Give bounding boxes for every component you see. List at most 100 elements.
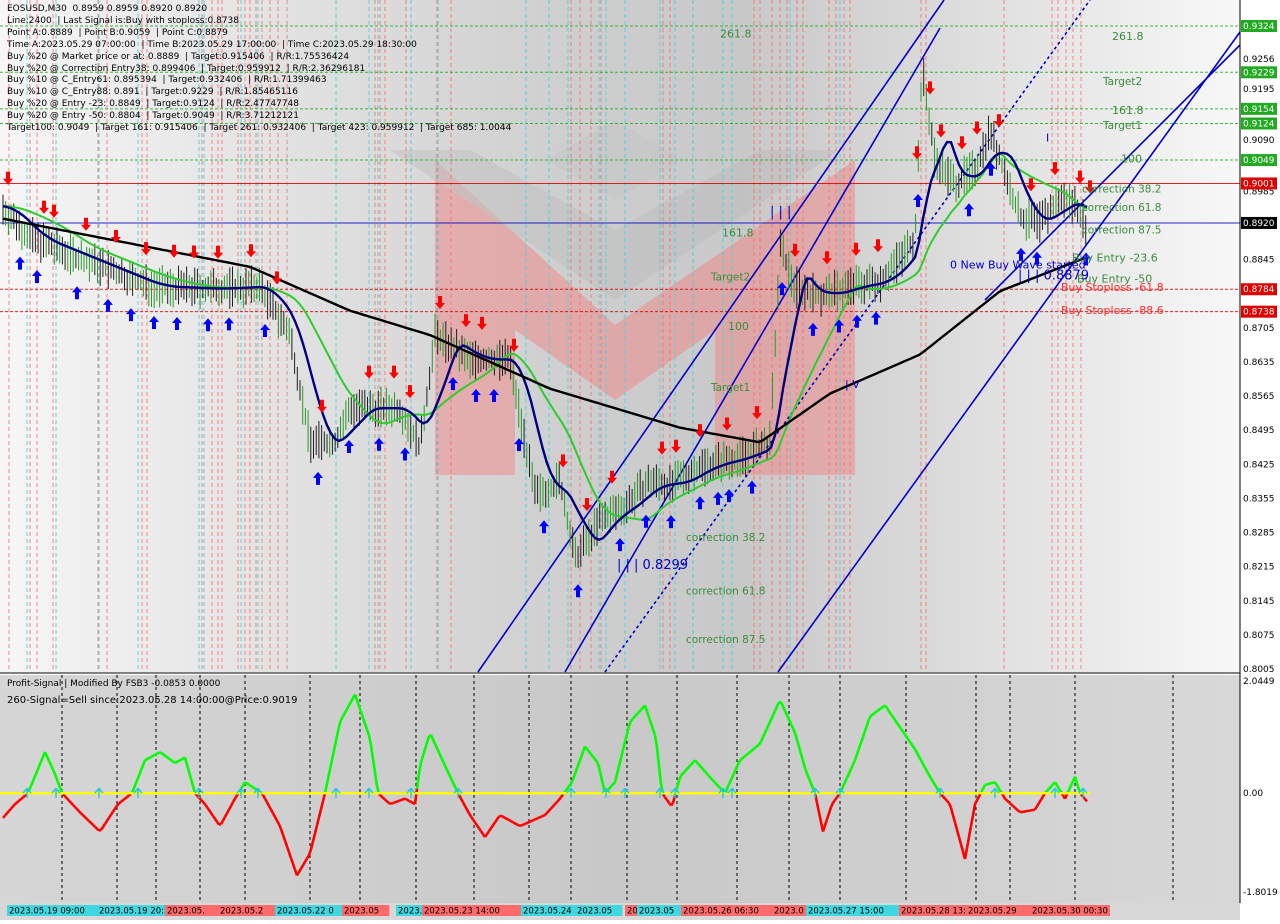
info-line-9: Buy %20 @ Entry -50: 0.8804 | Target:0.9… bbox=[7, 111, 511, 123]
oscillator-segment bbox=[1047, 789, 1049, 791]
oscillator-segment bbox=[163, 754, 165, 755]
oscillator-segment bbox=[531, 820, 533, 821]
oscillator-segment bbox=[9, 809, 11, 811]
oscillator-segment bbox=[543, 815, 545, 816]
oscillator-segment bbox=[73, 805, 75, 807]
oscillator-segment bbox=[761, 737, 763, 741]
oscillator-segment bbox=[949, 803, 951, 808]
oscillator-segment bbox=[609, 787, 611, 789]
oscillator-segment bbox=[1037, 803, 1039, 806]
oscillator-segment bbox=[169, 759, 171, 760]
oscillator-segment bbox=[297, 872, 299, 875]
oscillator-segment bbox=[11, 806, 13, 808]
price-level-label: 0.9229 bbox=[1243, 68, 1275, 78]
oscillator-segment bbox=[845, 778, 847, 782]
oscillator-segment bbox=[245, 782, 247, 783]
oscillator-segment bbox=[87, 819, 89, 821]
oscillator-segment bbox=[209, 810, 211, 813]
oscillator-segment bbox=[39, 762, 41, 767]
oscillator-segment bbox=[905, 735, 907, 738]
time-label: 2023.05 bbox=[344, 907, 379, 917]
oscillator-segment bbox=[771, 715, 773, 719]
oscillator-segment bbox=[3, 816, 5, 818]
oscillator-segment bbox=[1055, 782, 1057, 785]
oscillator-segment bbox=[269, 806, 271, 810]
price-level-label: 0.9049 bbox=[1243, 156, 1275, 166]
price-tick-label: 0.8285 bbox=[1243, 529, 1275, 539]
oscillator-segment bbox=[63, 794, 65, 796]
oscillator-segment bbox=[387, 801, 389, 803]
indicator-tick-label: -1.8019 bbox=[1243, 888, 1278, 898]
oscillator-segment bbox=[461, 799, 463, 803]
info-line-5: Buy %20 @ Correction Entry38: 0.899406 |… bbox=[7, 64, 511, 76]
oscillator-segment bbox=[831, 803, 833, 807]
oscillator-segment bbox=[781, 702, 783, 706]
oscillator-segment bbox=[205, 804, 207, 807]
oscillator-segment bbox=[85, 817, 87, 819]
oscillator-segment bbox=[435, 744, 437, 748]
time-label: 2023.05.27 15:00 bbox=[808, 907, 884, 917]
oscillator-segment bbox=[251, 786, 253, 787]
oscillator-segment bbox=[837, 795, 839, 798]
oscillator-segment bbox=[71, 803, 73, 805]
oscillator-segment bbox=[465, 806, 467, 810]
oscillator-segment bbox=[991, 783, 993, 784]
oscillator-segment bbox=[749, 751, 751, 753]
oscillator-segment bbox=[489, 828, 491, 831]
oscillator-segment bbox=[223, 817, 225, 821]
oscillator-segment bbox=[689, 765, 691, 767]
oscillator-segment bbox=[545, 813, 547, 815]
oscillator-segment bbox=[31, 781, 33, 786]
oscillator-segment bbox=[703, 769, 705, 771]
time-label: 2023.05.30 00:30 bbox=[1032, 907, 1108, 917]
oscillator-segment bbox=[305, 859, 307, 862]
oscillator-segment bbox=[65, 796, 67, 798]
oscillator-segment bbox=[271, 810, 273, 814]
oscillator-segment bbox=[275, 817, 277, 821]
oscillator-segment bbox=[847, 773, 849, 777]
oscillator-segment bbox=[529, 821, 531, 822]
annotation-label: correction 38.2 bbox=[686, 532, 765, 544]
oscillator-segment bbox=[1019, 811, 1021, 812]
oscillator-segment bbox=[179, 760, 181, 761]
indicator-axis: 2.04490.00-1.8019 bbox=[1243, 677, 1278, 898]
oscillator-segment bbox=[681, 773, 683, 775]
oscillator-segment bbox=[699, 765, 701, 767]
oscillator-segment bbox=[447, 770, 449, 774]
oscillator-segment bbox=[99, 830, 101, 831]
oscillator-segment bbox=[737, 762, 739, 766]
oscillator-segment bbox=[907, 738, 909, 741]
oscillator-segment bbox=[279, 824, 281, 829]
oscillator-segment bbox=[909, 741, 911, 744]
oscillator-segment bbox=[871, 714, 873, 715]
oscillator-segment bbox=[745, 754, 747, 756]
oscillator-segment bbox=[637, 712, 639, 714]
time-label: 2023.05.19 20:30 bbox=[99, 907, 175, 917]
price-chart[interactable]: 261.8261.8Target2161.8Target1100correcti… bbox=[0, 0, 1280, 920]
oscillator-segment bbox=[509, 820, 511, 821]
oscillator-segment bbox=[903, 732, 905, 735]
oscillator-segment bbox=[879, 708, 881, 709]
oscillator-segment bbox=[701, 767, 703, 769]
oscillator-segment bbox=[985, 784, 987, 785]
oscillator-segment bbox=[671, 803, 673, 805]
oscillator-segment bbox=[735, 767, 737, 771]
oscillator-segment bbox=[35, 771, 37, 776]
oscillator-segment bbox=[611, 784, 613, 786]
oscillator-segment bbox=[705, 772, 707, 774]
oscillator-segment bbox=[505, 818, 507, 819]
annotation-label: Buy Stoploss -88.6 bbox=[1061, 304, 1164, 317]
oscillator-segment bbox=[217, 822, 219, 825]
oscillator-segment bbox=[215, 819, 217, 822]
oscillator-segment bbox=[641, 708, 643, 710]
chart-window: 261.8261.8Target2161.8Target1100correcti… bbox=[0, 0, 1280, 920]
oscillator-segment bbox=[741, 758, 743, 760]
oscillator-segment bbox=[755, 746, 757, 748]
oscillator-segment bbox=[881, 707, 883, 708]
annotation-label: 100 bbox=[728, 320, 749, 333]
oscillator-segment bbox=[679, 776, 681, 781]
oscillator-segment bbox=[777, 702, 779, 706]
oscillator-segment bbox=[97, 829, 99, 831]
oscillator-segment bbox=[95, 827, 97, 829]
oscillator-segment bbox=[475, 822, 477, 825]
